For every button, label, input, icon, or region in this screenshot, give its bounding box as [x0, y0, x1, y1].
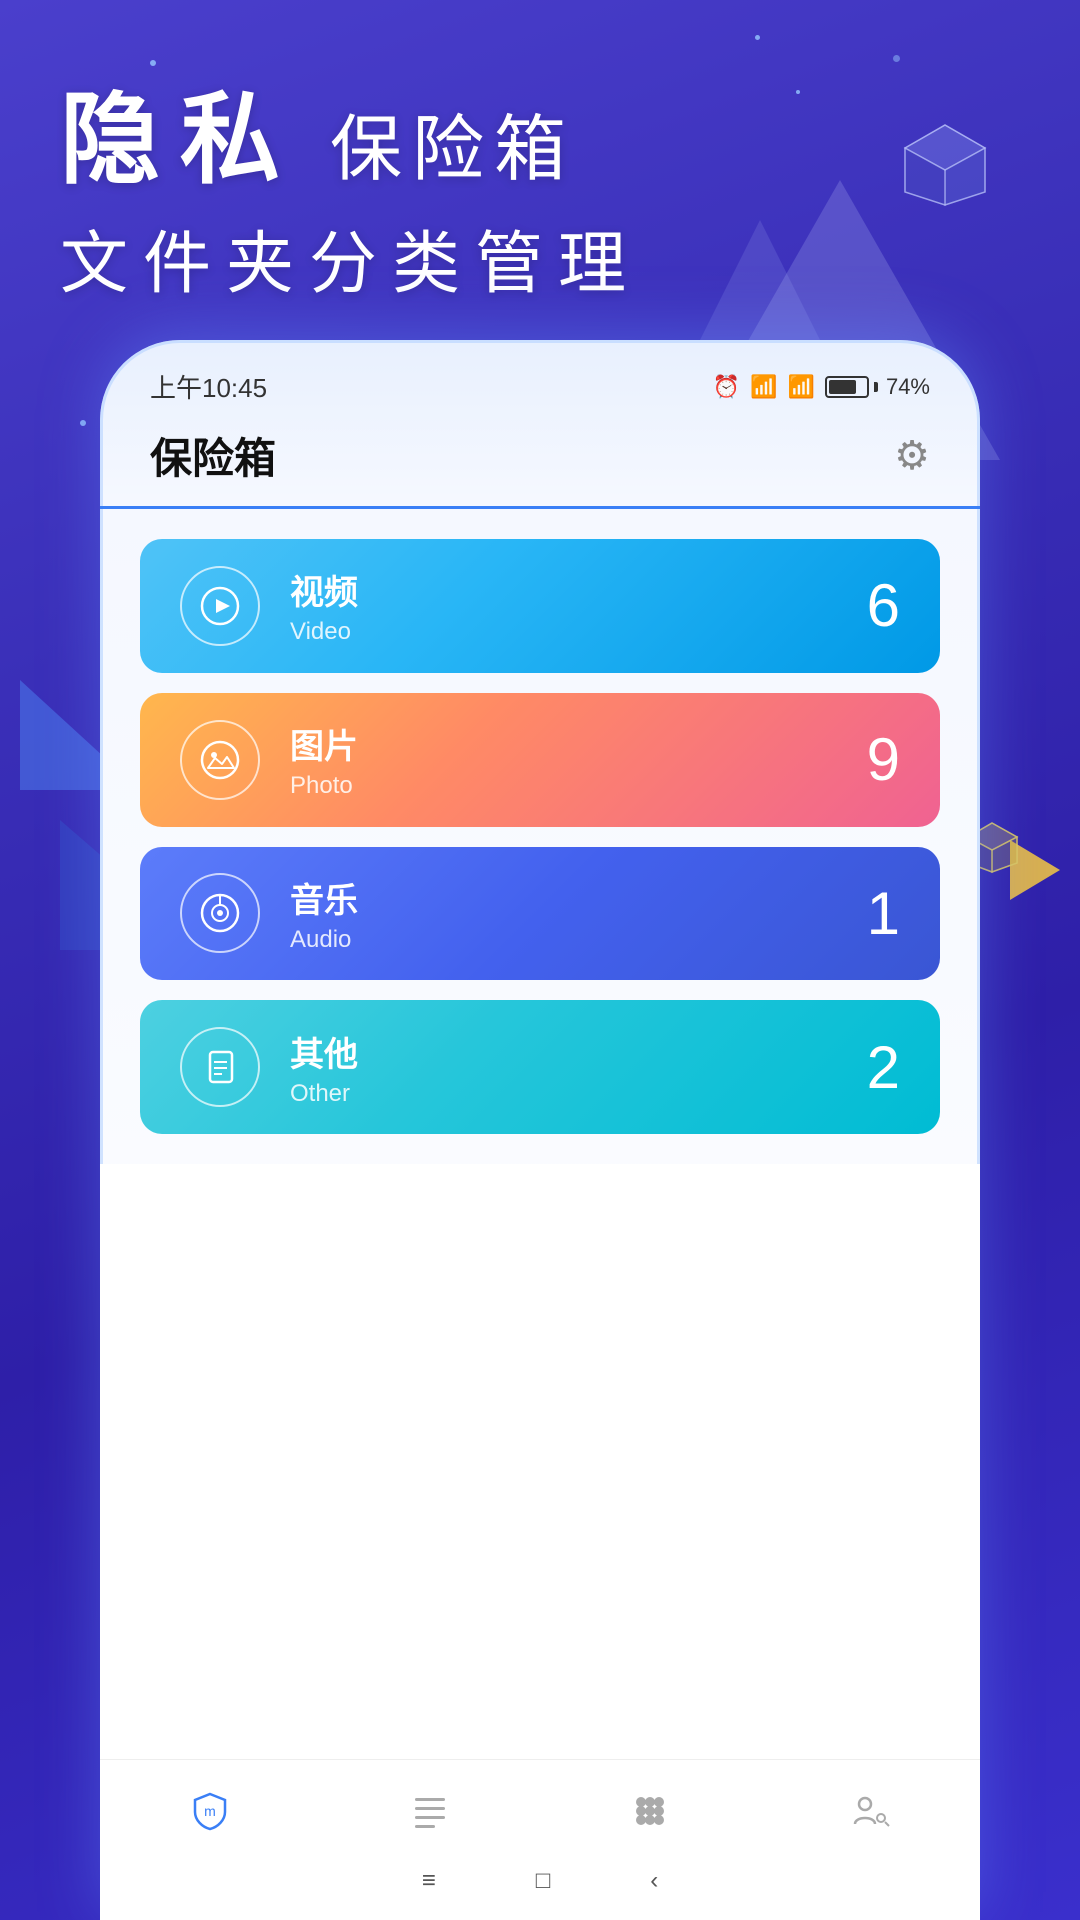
category-card-audio[interactable]: 音乐 Audio 1: [140, 847, 940, 981]
alarm-icon: ⏰: [713, 374, 740, 400]
video-labels: 视频 Video: [290, 565, 358, 646]
list-nav-icon: [409, 1790, 451, 1832]
category-card-photo[interactable]: 图片 Photo 9: [140, 693, 940, 827]
battery-indicator: 74%: [825, 374, 930, 400]
content-spacer: [100, 1164, 980, 1759]
bottom-navigation: m: [100, 1759, 980, 1852]
star-dot: [80, 420, 86, 426]
nav-list[interactable]: [379, 1780, 481, 1842]
video-name-en: Video: [290, 618, 358, 646]
star-dot: [796, 90, 800, 94]
status-icons: ⏰ 📶 📶 74%: [713, 374, 930, 400]
star-dot: [755, 35, 760, 40]
category-card-video[interactable]: 视频 Video 6: [140, 539, 940, 673]
menu-button[interactable]: ≡: [422, 1867, 436, 1895]
cube-3d-top-right: [900, 120, 990, 210]
photo-name-zh: 图片: [290, 719, 358, 768]
other-name-zh: 其他: [290, 1027, 358, 1076]
apps-nav-icon: [629, 1790, 671, 1832]
audio-icon: [200, 893, 240, 933]
status-time: 上午10:45: [150, 368, 267, 405]
other-icon-circle: [180, 1027, 260, 1107]
video-name-zh: 视频: [290, 565, 358, 614]
other-count: 2: [867, 1033, 900, 1102]
video-icon-circle: [180, 566, 260, 646]
safe-nav-icon: m: [189, 1790, 231, 1832]
status-bar: 上午10:45 ⏰ 📶 📶 74%: [100, 340, 980, 415]
photo-name-en: Photo: [290, 772, 358, 800]
svg-text:m: m: [204, 1803, 216, 1819]
star-dot: [893, 55, 900, 62]
video-count: 6: [867, 571, 900, 640]
star-dot: [150, 60, 156, 66]
other-name-en: Other: [290, 1080, 358, 1108]
settings-icon[interactable]: ⚙: [894, 433, 930, 479]
app-tagline-subtitle: 文件夹分类管理: [60, 208, 641, 307]
play-icon: [200, 586, 240, 626]
file-icon: [200, 1047, 240, 1087]
category-card-other[interactable]: 其他 Other 2: [140, 1000, 940, 1134]
signal-icon: 📶: [788, 374, 815, 400]
header-section: 隐私 保险箱 文件夹分类管理: [60, 80, 641, 307]
system-navigation: ≡ □ ‹: [100, 1852, 980, 1920]
photo-labels: 图片 Photo: [290, 719, 358, 800]
triangle-play-right: [1010, 840, 1060, 900]
category-list: 视频 Video 6 图片 Photo 9: [100, 509, 980, 1164]
back-button[interactable]: ‹: [650, 1867, 658, 1895]
app-tagline-title: 隐私 保险箱: [60, 80, 641, 200]
audio-count: 1: [867, 879, 900, 948]
app-header: 保险箱 ⚙: [100, 415, 980, 509]
app-screen-title: 保险箱: [150, 425, 276, 486]
nav-profile[interactable]: [819, 1780, 921, 1842]
wifi-icon: 📶: [750, 374, 777, 400]
audio-name-zh: 音乐: [290, 873, 358, 922]
audio-name-en: Audio: [290, 926, 358, 954]
audio-labels: 音乐 Audio: [290, 873, 358, 954]
phone-mockup: 上午10:45 ⏰ 📶 📶 74% 保险箱 ⚙: [100, 340, 980, 1920]
nav-safe[interactable]: m: [159, 1780, 261, 1842]
photo-count: 9: [867, 725, 900, 794]
photo-icon: [200, 740, 240, 780]
nav-apps[interactable]: [599, 1780, 701, 1842]
home-button[interactable]: □: [536, 1867, 551, 1895]
other-labels: 其他 Other: [290, 1027, 358, 1108]
photo-icon-circle: [180, 720, 260, 800]
profile-nav-icon: [849, 1790, 891, 1832]
audio-icon-circle: [180, 873, 260, 953]
